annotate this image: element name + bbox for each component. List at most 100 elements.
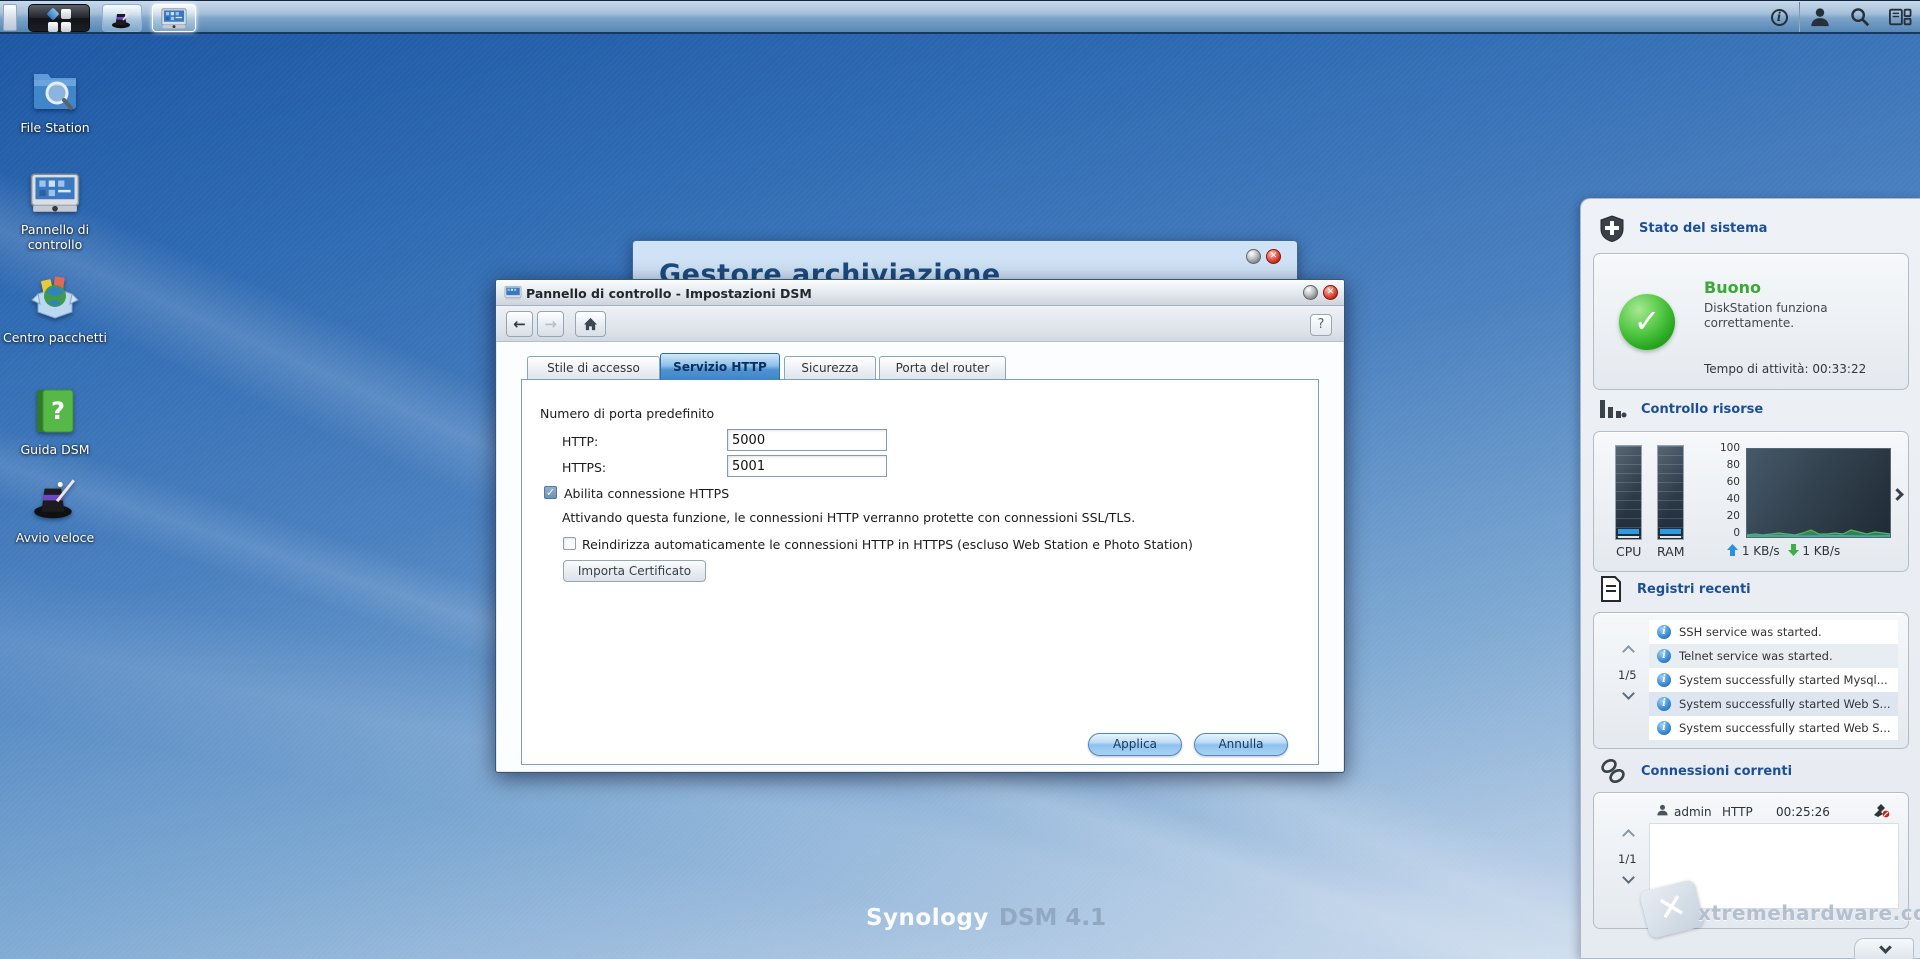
control-panel-icon (30, 172, 80, 214)
y-tick: 100 (1710, 442, 1740, 454)
traffic-readout: 1 KB/s 1 KB/s (1727, 544, 1840, 558)
recent-logs-header: Registri recenti (1599, 576, 1751, 602)
log-row: i Telnet service was started. (1649, 644, 1898, 668)
desktop-icon-label: Guida DSM (0, 442, 110, 457)
tab-sicurezza[interactable]: Sicurezza (784, 356, 876, 379)
redirect-https-checkbox[interactable] (563, 537, 576, 550)
dialog-title: Pannello di controllo - Impostazioni DSM (526, 286, 812, 301)
http-label: HTTP: (562, 434, 598, 449)
desktop-icon-centro-pacchetti[interactable]: Centro pacchetti (0, 274, 110, 345)
tab-stile-di-accesso[interactable]: Stile di accesso (527, 356, 660, 379)
magic-hat-icon (110, 6, 134, 30)
desktop-icon-file-station[interactable]: File Station (0, 66, 110, 135)
enable-https-label: Abilita connessione HTTPS (564, 486, 729, 501)
log-row: i System successfully started Mysql... (1649, 668, 1898, 692)
desktop-icon-label: Centro pacchetti (0, 330, 110, 345)
desktop-icon-guida-dsm[interactable]: ? Guida DSM (0, 388, 110, 457)
tab-servizio-http[interactable]: Servizio HTTP (660, 353, 780, 380)
connection-time: 00:25:26 (1776, 805, 1830, 819)
pilot-view-icon (1888, 6, 1912, 28)
pilot-view-button[interactable] (1880, 1, 1920, 33)
logs-page-up-icon[interactable] (1622, 645, 1635, 658)
system-status-header: Stato del sistema (1599, 215, 1767, 242)
status-description: DiskStation funziona correttamente. (1704, 301, 1864, 331)
collapse-panel-button[interactable] (1854, 938, 1914, 959)
close-icon[interactable]: ✕ (1266, 249, 1281, 264)
cpu-label: CPU (1616, 544, 1641, 559)
log-document-icon (1599, 576, 1623, 602)
section-title: Numero di porta predefinito (540, 406, 714, 421)
chevron-down-icon (1879, 941, 1892, 954)
taskbar-item-pannello-controllo[interactable] (152, 4, 196, 32)
log-info-icon: i (1657, 625, 1671, 639)
enable-https-checkbox[interactable]: ✓ (544, 486, 557, 499)
log-row: i System successfully started Web S... (1649, 692, 1898, 716)
ram-gauge (1657, 445, 1684, 540)
https-port-input[interactable] (727, 455, 887, 477)
redirect-https-label: Reindirizza automaticamente le connessio… (582, 537, 1193, 552)
ram-label: RAM (1657, 544, 1685, 559)
system-status-card: ✓ Buono DiskStation funziona correttamen… (1593, 253, 1909, 390)
user-icon (1656, 803, 1669, 817)
shield-icon (1599, 215, 1625, 242)
dialog-content: Stile di accesso Servizio HTTP Sicurezza… (497, 342, 1343, 771)
back-button[interactable]: ← (506, 311, 533, 337)
main-menu-button[interactable] (28, 4, 90, 32)
connections-page-indicator: 1/1 (1618, 852, 1637, 866)
y-tick: 20 (1710, 510, 1740, 522)
uptime-text: Tempo di attività: 00:33:22 (1704, 362, 1866, 376)
apply-button[interactable]: Applica (1088, 733, 1182, 756)
search-button[interactable] (1840, 1, 1880, 33)
y-tick: 0 (1710, 527, 1740, 539)
dialog-toolbar: ← → ? (496, 306, 1344, 342)
widget-panel: Stato del sistema ✓ Buono DiskStation fu… (1580, 198, 1920, 959)
tab-porta-del-router[interactable]: Porta del router (879, 356, 1006, 379)
info-icon: i (1771, 9, 1788, 26)
taskbar-right-icons: i (1759, 1, 1920, 33)
info-button[interactable]: i (1759, 1, 1799, 33)
dialog-titlebar[interactable]: Pannello di controllo - Impostazioni DSM… (496, 280, 1344, 306)
close-icon[interactable]: ✕ (1323, 285, 1338, 300)
connection-user: admin (1674, 805, 1712, 819)
dialog-impostazioni-dsm: Pannello di controllo - Impostazioni DSM… (495, 279, 1345, 773)
logs-page-down-icon[interactable] (1622, 687, 1635, 700)
taskbar-item-avvio-veloce[interactable] (102, 4, 142, 32)
download-speed: 1 KB/s (1802, 544, 1840, 558)
disconnect-icon[interactable] (1872, 803, 1890, 818)
xtremehardware-watermark: xtremehardware.com (1698, 901, 1920, 925)
forward-button[interactable]: → (537, 311, 564, 337)
resource-monitor-card: CPU RAM 100 80 60 40 20 0 1 KB/s (1593, 431, 1909, 572)
minimize-button[interactable] (1303, 285, 1318, 300)
desktop-icon-label: Pannello di controllo (0, 222, 110, 252)
desktop-icon-pannello-controllo[interactable]: Pannello di controllo (0, 172, 110, 252)
status-ok-icon: ✓ (1619, 294, 1675, 350)
log-info-icon: i (1657, 721, 1671, 735)
user-icon (1809, 6, 1831, 28)
connections-page-up-icon[interactable] (1622, 829, 1635, 842)
package-center-icon (30, 274, 80, 322)
network-traffic-chart (1746, 448, 1891, 538)
https-label: HTTPS: (562, 460, 606, 475)
expand-resource-chevron-icon[interactable] (1891, 488, 1904, 501)
cancel-button[interactable]: Annulla (1194, 733, 1288, 756)
https-note: Attivando questa funzione, le connession… (562, 510, 1135, 525)
y-tick: 60 (1710, 476, 1740, 488)
desktop-icon-label: Avvio veloce (0, 530, 110, 545)
show-desktop-button[interactable] (3, 4, 17, 31)
desktop-icon-avvio-veloce[interactable]: Avvio veloce (0, 472, 110, 545)
user-menu-button[interactable] (1800, 1, 1840, 33)
connection-protocol: HTTP (1722, 805, 1753, 819)
connections-page-down-icon[interactable] (1622, 871, 1635, 884)
recent-logs-card: 1/5 i SSH service was started. i Telnet … (1593, 612, 1909, 749)
taskbar: i (0, 0, 1920, 34)
import-certificate-button[interactable]: Importa Certificato (563, 560, 706, 582)
minimize-button[interactable] (1246, 249, 1261, 264)
download-arrow-icon (1788, 544, 1799, 556)
http-port-input[interactable] (727, 429, 887, 451)
widget-title: Controllo risorse (1641, 402, 1763, 417)
y-tick: 40 (1710, 493, 1740, 505)
home-button[interactable] (575, 311, 606, 337)
help-button[interactable]: ? (1310, 314, 1332, 336)
cpu-gauge (1615, 445, 1642, 540)
svg-text:?: ? (51, 397, 65, 425)
